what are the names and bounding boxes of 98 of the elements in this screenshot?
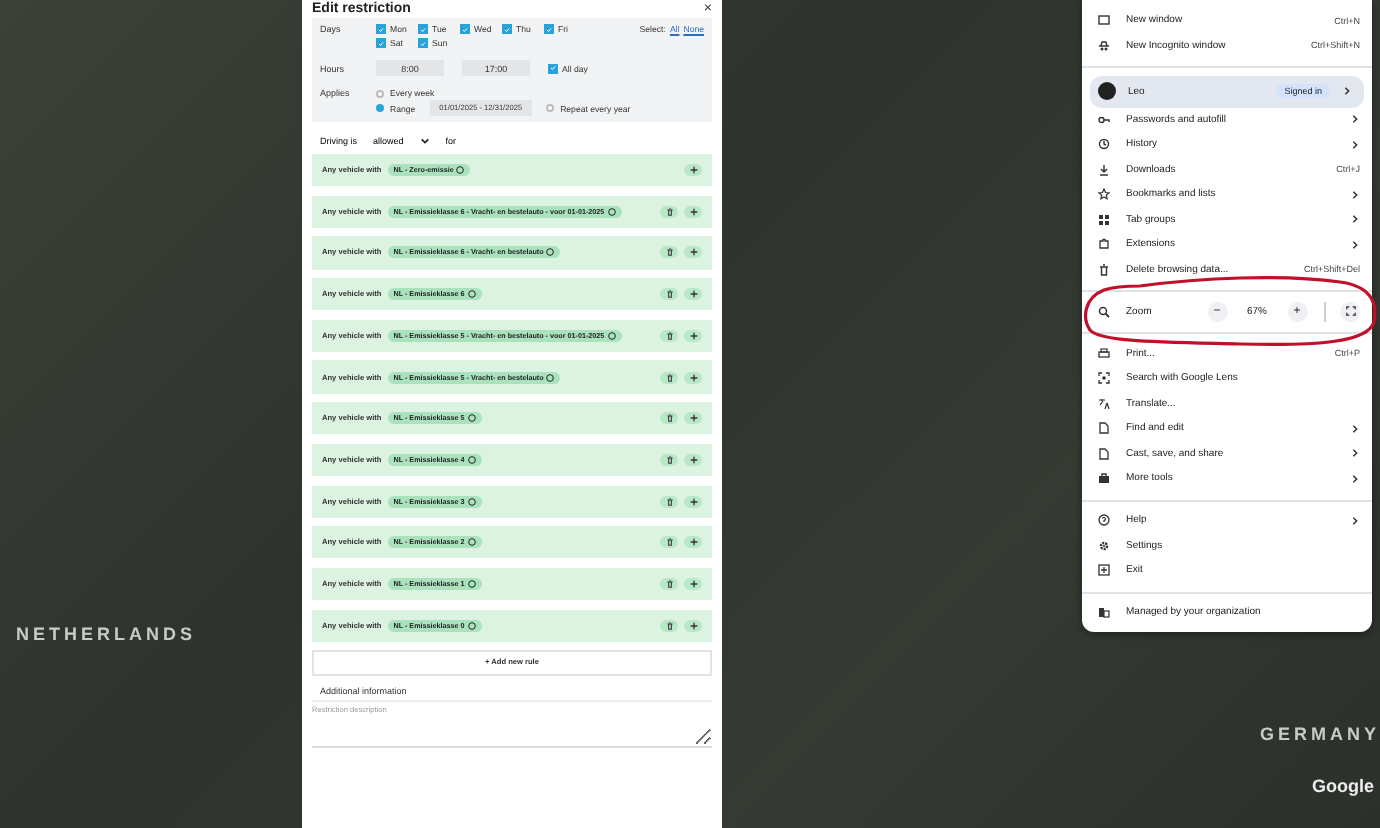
- translate-icon: [1098, 397, 1110, 410]
- info-icon: [467, 290, 476, 299]
- checkbox[interactable]: [546, 104, 555, 112]
- trash-icon: [665, 248, 673, 257]
- toolbox-icon: [1098, 472, 1110, 485]
- trash-icon: [665, 414, 673, 423]
- delete-button[interactable]: [660, 536, 678, 549]
- plus-icon: [689, 166, 697, 175]
- trash-icon: [665, 621, 673, 630]
- add-button[interactable]: [684, 412, 702, 425]
- add-button[interactable]: [684, 288, 702, 301]
- map-logo: Google: [1312, 776, 1374, 796]
- settings-icon: [1098, 539, 1110, 552]
- add-button[interactable]: [684, 453, 702, 466]
- add-button[interactable]: [684, 246, 702, 259]
- trash-icon: [665, 373, 673, 382]
- add-button[interactable]: [684, 329, 702, 342]
- trash-icon: [665, 331, 673, 340]
- plus-icon: [689, 207, 697, 216]
- trash-icon: [665, 579, 673, 588]
- delete-button[interactable]: [660, 453, 678, 466]
- check-icon: [546, 25, 552, 33]
- add-button[interactable]: [684, 619, 702, 632]
- add-button[interactable]: [684, 205, 702, 218]
- checkbox[interactable]: [544, 24, 554, 34]
- plus-icon: [689, 579, 697, 588]
- avatar: [1098, 82, 1116, 100]
- scan-icon: [1098, 372, 1110, 385]
- checkbox[interactable]: [548, 63, 558, 73]
- check-icon: [504, 25, 510, 33]
- help-icon: [1098, 514, 1110, 527]
- info-icon: [607, 207, 616, 216]
- grid-icon: [1098, 213, 1110, 226]
- checkbox[interactable]: [502, 24, 512, 34]
- delete-button[interactable]: [660, 619, 678, 632]
- download-icon: [1098, 163, 1110, 176]
- window-icon: [1098, 14, 1110, 27]
- chevron-right-icon: [1342, 86, 1352, 96]
- checkbox[interactable]: [418, 38, 428, 48]
- history-icon: [1098, 138, 1110, 151]
- radio-button[interactable]: [376, 104, 384, 112]
- chevron-down-icon: [419, 136, 430, 146]
- add-button[interactable]: [684, 536, 702, 549]
- spy-icon: [1098, 39, 1110, 52]
- printer-icon: [1098, 347, 1110, 360]
- plus-icon: [689, 621, 697, 630]
- exit-icon: [1098, 564, 1110, 577]
- info-icon: [467, 497, 476, 506]
- star-icon: [1098, 188, 1110, 201]
- plus-icon: [689, 497, 697, 506]
- info-icon: [456, 166, 465, 175]
- key-icon: [1098, 113, 1110, 126]
- plus-icon: [689, 373, 697, 382]
- building-icon: [1098, 606, 1110, 619]
- check-icon: [462, 25, 468, 33]
- fullscreen-button[interactable]: [1340, 301, 1360, 322]
- checkbox[interactable]: [376, 24, 386, 34]
- plus-icon: [689, 331, 697, 340]
- plus-icon: [689, 414, 697, 423]
- delete-button[interactable]: [660, 288, 678, 301]
- info-icon: [467, 455, 476, 464]
- search-icon: [1098, 305, 1110, 318]
- radio-button[interactable]: [376, 89, 384, 97]
- checkbox[interactable]: [460, 24, 470, 34]
- info-icon: [467, 621, 476, 630]
- delete-button[interactable]: [660, 205, 678, 218]
- add-button[interactable]: [684, 164, 702, 177]
- delete-button[interactable]: [660, 246, 678, 259]
- add-button[interactable]: [684, 371, 702, 384]
- info-icon: [467, 538, 476, 547]
- trash-icon: [665, 455, 673, 464]
- delete-button[interactable]: [660, 495, 678, 508]
- trash-icon: [665, 538, 673, 547]
- delete-button[interactable]: [660, 371, 678, 384]
- trash-icon: [665, 290, 673, 299]
- info-icon: [607, 331, 616, 340]
- info-icon: [546, 373, 555, 382]
- fullscreen-icon: [1345, 306, 1355, 317]
- map-label: NETHERLANDS: [16, 624, 197, 644]
- plus-icon: [689, 248, 697, 257]
- check-icon: [550, 64, 556, 72]
- info-icon: [546, 248, 555, 257]
- delete-button[interactable]: [660, 329, 678, 342]
- add-button[interactable]: [684, 495, 702, 508]
- map-label: GERMANY: [1260, 724, 1380, 744]
- checkbox[interactable]: [418, 24, 428, 34]
- plus-icon: [689, 455, 697, 464]
- plus-icon: [689, 538, 697, 547]
- trash-icon: [665, 497, 673, 506]
- info-icon: [467, 579, 476, 588]
- add-button[interactable]: [684, 577, 702, 590]
- delete-button[interactable]: [660, 412, 678, 425]
- info-icon: [467, 414, 476, 423]
- trash-icon: [1098, 263, 1110, 276]
- plus-icon: [689, 290, 697, 299]
- checkbox[interactable]: [376, 38, 386, 48]
- trash-icon: [665, 207, 673, 216]
- delete-button[interactable]: [660, 577, 678, 590]
